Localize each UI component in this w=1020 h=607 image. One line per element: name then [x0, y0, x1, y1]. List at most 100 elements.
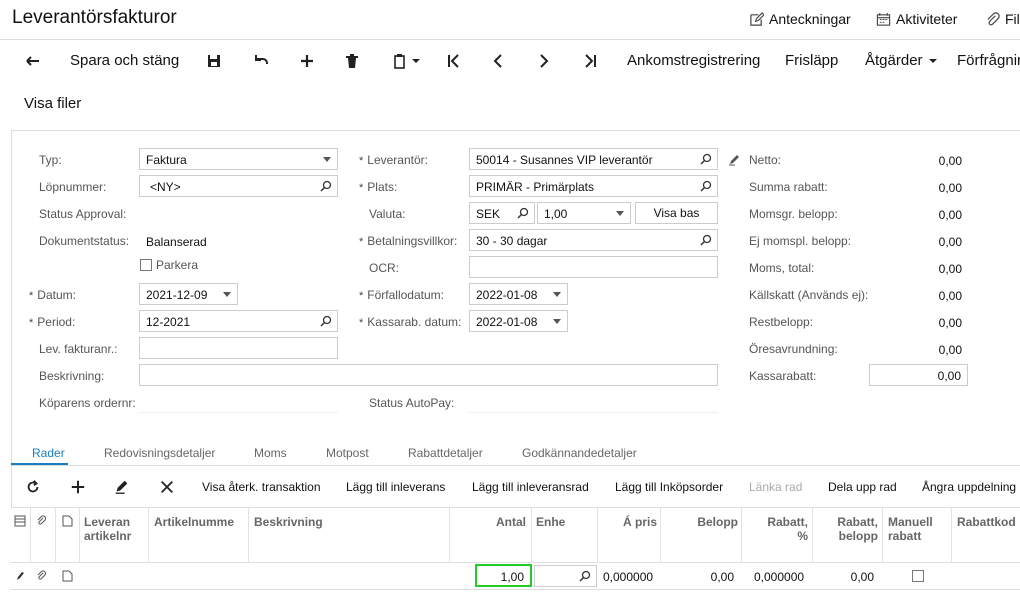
visa-aterk-transaktion-button[interactable]: Visa återk. transaktion [202, 480, 321, 494]
enhet-cell-input[interactable] [534, 565, 597, 587]
copy-paste-button[interactable] [388, 50, 422, 72]
activities-link[interactable]: Aktiviteter [876, 11, 957, 27]
antal-cell-input[interactable]: 1,00 [475, 564, 532, 587]
kurs-input[interactable]: 1,00 [537, 202, 631, 224]
files-link[interactable]: Fil [985, 11, 1020, 27]
lev-fakturanr-input[interactable] [139, 337, 338, 359]
lagg-till-inleveransrad-button[interactable]: Lägg till inleveransrad [472, 480, 589, 494]
previous-record-button[interactable] [487, 50, 509, 72]
kassarabatt-input[interactable]: 0,00 [869, 364, 968, 386]
a-pris-cell[interactable]: 0,000000 [603, 570, 653, 584]
plats-input[interactable]: PRIMÄR - Primärplats [469, 175, 718, 197]
visa-bas-button[interactable]: Visa bas [635, 202, 718, 224]
add-button[interactable] [296, 50, 318, 72]
beskrivning-input[interactable] [139, 364, 718, 386]
col-header-rabattkod[interactable]: Rabattkod [957, 515, 1020, 529]
last-record-button[interactable] [580, 50, 602, 72]
forfragningar-menu[interactable]: Förfrågnin [957, 52, 1020, 69]
col-header-beskrivning[interactable]: Beskrivning [254, 515, 323, 529]
col-header-rabatt-pct[interactable]: Rabatt, % [741, 515, 808, 543]
tab-motpost[interactable]: Motpost [326, 446, 369, 460]
dela-upp-rad-button[interactable]: Dela upp rad [828, 480, 897, 494]
period-input[interactable]: 12-2021 [139, 310, 338, 332]
edit-pencil-icon[interactable] [728, 153, 741, 166]
add-row-button[interactable] [67, 476, 89, 498]
search-icon [320, 315, 332, 327]
forfallodatum-label: * Förfallodatum: [359, 288, 444, 302]
tab-rader[interactable]: Rader [32, 446, 65, 460]
col-header-enhet[interactable]: Enhe [536, 515, 594, 529]
chevron-down-icon [411, 59, 420, 63]
grid-column-divider [148, 507, 149, 563]
trash-icon [346, 54, 358, 68]
manuell-rabatt-checkbox[interactable] [912, 570, 924, 582]
grid-column-divider [30, 507, 31, 563]
status-autopay-underline [469, 412, 718, 413]
next-record-button[interactable] [533, 50, 555, 72]
rabatt-belopp-cell[interactable]: 0,00 [812, 570, 874, 584]
summary-label-restbelopp: Restbelopp: [749, 315, 814, 329]
grid-column-divider [882, 507, 883, 563]
search-icon [320, 180, 332, 192]
col-header-a-pris[interactable]: Á pris [597, 515, 657, 529]
back-arrow-icon [26, 56, 39, 66]
summary-label-netto: Netto: [749, 153, 782, 167]
angra-uppdelning-button[interactable]: Ångra uppdelning [922, 480, 1016, 494]
refresh-button[interactable] [22, 476, 44, 498]
typ-select[interactable]: Faktura [139, 148, 338, 170]
edit-row-button[interactable] [111, 476, 133, 498]
grid-column-divider [248, 507, 249, 563]
save-button[interactable] [203, 50, 225, 72]
valuta-input[interactable]: SEK [469, 202, 535, 224]
tab-rabattdetaljer[interactable]: Rabattdetaljer [408, 446, 483, 460]
betalningsvillkor-input[interactable]: 30 - 30 dagar [469, 229, 718, 251]
row-selector-icon[interactable] [14, 515, 26, 527]
datum-input[interactable]: 2021-12-09 [139, 283, 238, 305]
typ-value: Faktura [146, 153, 187, 167]
notes-link[interactable]: Anteckningar [749, 11, 851, 27]
forfallodatum-input[interactable]: 2022-01-08 [469, 283, 568, 305]
row-note-icon[interactable] [62, 570, 73, 582]
plus-icon [301, 55, 313, 67]
undo-icon [255, 55, 268, 64]
parkera-checkbox[interactable] [140, 259, 152, 271]
search-icon [700, 153, 712, 165]
delete-row-button[interactable] [156, 476, 178, 498]
visa-filer-button[interactable]: Visa filer [24, 95, 81, 112]
chevron-left-icon [493, 54, 502, 68]
chevron-down-icon [616, 211, 624, 216]
undo-button[interactable] [250, 50, 272, 72]
lagg-till-inleverans-button[interactable]: Lägg till inleverans [346, 480, 445, 494]
kassarab-datum-input[interactable]: 2022-01-08 [469, 310, 568, 332]
first-record-button[interactable] [442, 50, 464, 72]
ankomstregistrering-button[interactable]: Ankomstregistrering [627, 52, 760, 69]
save-close-button[interactable]: Spara och stäng [70, 52, 179, 69]
lopnummer-input[interactable]: <NY> [139, 175, 338, 197]
leverantor-input[interactable]: 50014 - Susannes VIP leverantör [469, 148, 718, 170]
tab-redovisningsdetaljer[interactable]: Redovisningsdetaljer [104, 446, 215, 460]
ocr-input[interactable] [469, 256, 718, 278]
lanka-rad-button[interactable]: Länka rad [749, 480, 802, 494]
row-attachment-icon[interactable] [36, 570, 47, 582]
tab-godkannandedetaljer[interactable]: Godkännandedetaljer [522, 446, 637, 460]
summary-label-kallskatt: Källskatt (Används ej): [749, 288, 869, 302]
lagg-till-inkopsorder-button[interactable]: Lägg till Inköpsorder [615, 480, 723, 494]
col-header-belopp[interactable]: Belopp [660, 515, 738, 529]
datum-value: 2021-12-09 [146, 288, 208, 302]
col-header-artikelnummer[interactable]: Artikelnumme [154, 515, 246, 529]
row-edit-pencil-icon [17, 572, 24, 580]
atgarder-menu[interactable]: Åtgärder [865, 52, 937, 69]
col-header-manuell-rabatt[interactable]: Manuell rabatt [888, 515, 950, 543]
tab-moms[interactable]: Moms [254, 446, 287, 460]
delete-button[interactable] [341, 50, 363, 72]
back-button[interactable] [22, 50, 44, 72]
col-header-rabatt-belopp[interactable]: Rabatt, belopp [812, 515, 878, 543]
notes-icon [750, 11, 764, 26]
belopp-cell[interactable]: 0,00 [660, 570, 734, 584]
col-header-lev-artikelnr[interactable]: Leveran artikelnr [84, 515, 146, 543]
col-header-antal[interactable]: Antal [449, 515, 526, 529]
frislapp-button[interactable]: Frisläpp [785, 52, 838, 69]
rabatt-pct-cell[interactable]: 0,000000 [754, 570, 804, 584]
lopnummer-label: Löpnummer: [39, 180, 107, 194]
parkera-label: Parkera [156, 258, 199, 272]
